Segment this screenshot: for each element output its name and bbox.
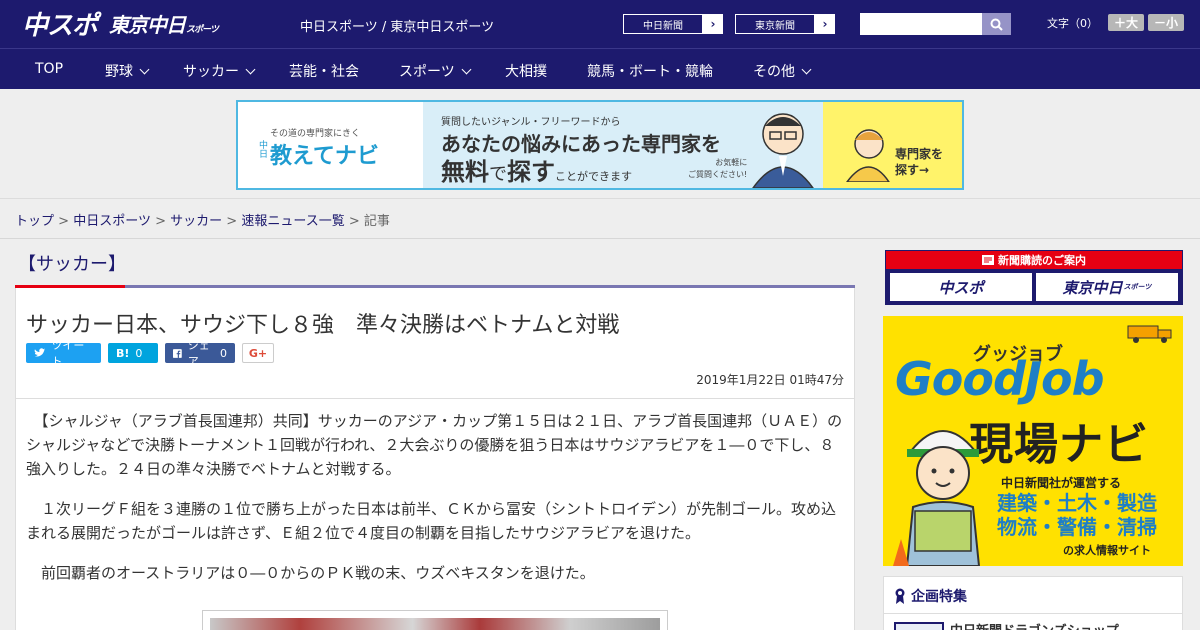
- font-size-control: 文字（0） ＋大 －小: [1047, 14, 1185, 31]
- article-body: 【シャルジャ（アラブ首長国連邦）共同】サッカーのアジア・カップ第１５日は２１日、…: [15, 399, 855, 630]
- chevron-right-icon: ›: [822, 17, 828, 31]
- breadcrumb-current: 記事: [363, 214, 390, 229]
- logo-chunichi-sports[interactable]: 中スポ: [22, 5, 98, 42]
- ad-area: その道の専門家にきく 中日 教えてナビ 質問したいジャンル・フリーワードから あ…: [0, 89, 1200, 199]
- article-category: 【サッカー】: [18, 254, 126, 275]
- divider: [884, 613, 1182, 614]
- nav-sumo[interactable]: 大相撲: [505, 61, 547, 81]
- search-input[interactable]: [860, 13, 982, 35]
- newspaper-icon: [982, 255, 994, 265]
- search-button[interactable]: [982, 13, 1011, 35]
- subscription-title: 新聞購読のご案内: [998, 254, 1086, 267]
- site-logo[interactable]: 中スポ 東京中日スポーツ: [22, 5, 219, 42]
- font-larger-button[interactable]: ＋大: [1108, 14, 1145, 31]
- breadcrumb-soccer[interactable]: サッカー: [170, 214, 222, 229]
- thinking-person-icon: [846, 129, 890, 182]
- chevron-down-icon: [245, 64, 256, 74]
- chunichi-shimbun-link[interactable]: 中日新聞 ›: [622, 13, 724, 35]
- nav-soccer[interactable]: サッカー: [183, 61, 256, 81]
- goodjob-logo: GoodJob: [895, 352, 1105, 406]
- share-buttons: ツイート B! 0 シェア 0 G+: [26, 339, 274, 368]
- breadcrumb-top[interactable]: トップ: [15, 214, 54, 229]
- breadcrumb-news-list[interactable]: 速報ニュース一覧: [241, 214, 344, 229]
- search-icon: [990, 18, 1003, 31]
- main-nav: TOP 野球 サッカー 芸能・社会 スポーツ 大相撲 競馬・ボート・競輪 その他: [0, 48, 1200, 89]
- hatena-bookmark-button[interactable]: B! 0: [108, 343, 158, 363]
- logo-tokyo-chunichi[interactable]: 東京中日スポーツ: [109, 9, 219, 38]
- twitter-icon: [34, 348, 46, 357]
- tokyo-shimbun-link[interactable]: 東京新聞 ›: [734, 13, 836, 35]
- banner-brand: その道の専門家にきく 中日 教えてナビ: [238, 102, 423, 188]
- nav-entertainment[interactable]: 芸能・社会: [289, 61, 359, 81]
- goodjob-ad[interactable]: グッジョブ GoodJob 現場ナビ 中日新聞社が運営する 建築・土木・製造 物流…: [883, 316, 1183, 566]
- ribbon-icon: [895, 588, 905, 604]
- hatena-count: 0: [135, 346, 143, 360]
- breadcrumb: トップ > 中日スポーツ > サッカー > 速報ニュース一覧 > 記事: [15, 214, 390, 229]
- font-smaller-button[interactable]: －小: [1148, 14, 1185, 31]
- nav-racing[interactable]: 競馬・ボート・競輪: [587, 61, 713, 81]
- dragons-shop-thumbnail[interactable]: [894, 622, 944, 630]
- nav-top[interactable]: TOP: [35, 61, 63, 77]
- subscribe-tokyo-chunichi-button[interactable]: 東京中日 スポーツ: [1036, 273, 1178, 301]
- divider: [0, 238, 1200, 239]
- google-plus-button[interactable]: G+: [242, 343, 274, 363]
- worker-illustration-icon: [893, 430, 981, 566]
- facebook-share-button[interactable]: シェア 0: [165, 339, 235, 368]
- nav-baseball[interactable]: 野球: [105, 61, 150, 81]
- chevron-down-icon: [801, 64, 812, 74]
- nav-other[interactable]: その他: [753, 61, 812, 81]
- site-names[interactable]: 中日スポーツ / 東京中日スポーツ: [300, 16, 494, 35]
- site-header: 中スポ 東京中日スポーツ 中日スポーツ / 東京中日スポーツ 中日新聞 › 東京…: [0, 0, 1200, 48]
- oshiete-navi-banner[interactable]: その道の専門家にきく 中日 教えてナビ 質問したいジャンル・フリーワードから あ…: [236, 100, 964, 190]
- article-photo[interactable]: [202, 610, 668, 630]
- article-title: サッカー日本、サウジ下し８強 準々決勝はベトナムと対戦: [26, 313, 620, 338]
- hatena-icon: B!: [116, 346, 130, 360]
- site-search: [860, 13, 1011, 35]
- font-size-label: 文字（0）: [1047, 16, 1098, 30]
- special-title: 企画特集: [911, 589, 967, 605]
- chevron-down-icon: [461, 64, 472, 74]
- photo-image: [210, 618, 660, 630]
- chevron-down-icon: [139, 64, 150, 74]
- tweet-button[interactable]: ツイート: [26, 339, 101, 368]
- expert-illustration-icon: [752, 113, 814, 188]
- article-paragraph: 【シャルジャ（アラブ首長国連邦）共同】サッカーのアジア・カップ第１５日は２１日、…: [26, 412, 843, 478]
- truck-icon: [1127, 325, 1172, 343]
- breadcrumb-chunichi-sports[interactable]: 中日スポーツ: [73, 214, 151, 229]
- article-paragraph: 前回覇者のオーストラリアは０―０からのＰＫ戦の末、ウズベキスタンを退けた。: [26, 564, 595, 582]
- special-features: 企画特集 中日新聞ドラゴンズショップ: [883, 576, 1183, 630]
- banner-cta[interactable]: 専門家を 探す→: [823, 102, 962, 188]
- subscription-box: 新聞購読のご案内 中スポ 東京中日 スポーツ: [885, 250, 1183, 305]
- article-paragraph: １次リーグＦ組を３連勝の１位で勝ち上がった日本は前半、ＣＫから冨安（シントトロイ…: [26, 500, 837, 542]
- facebook-icon: [173, 348, 182, 358]
- publish-date: 2019年1月22日 01時47分: [696, 373, 844, 387]
- article-header: サッカー日本、サウジ下し８強 準々決勝はベトナムと対戦 ツイート B! 0 シェ…: [15, 288, 855, 399]
- special-item-link[interactable]: 中日新聞ドラゴンズショップ: [950, 620, 1119, 630]
- nav-sports[interactable]: スポーツ: [399, 61, 472, 81]
- subscribe-chunichi-sports-button[interactable]: 中スポ: [890, 273, 1032, 301]
- chevron-right-icon: ›: [710, 17, 716, 31]
